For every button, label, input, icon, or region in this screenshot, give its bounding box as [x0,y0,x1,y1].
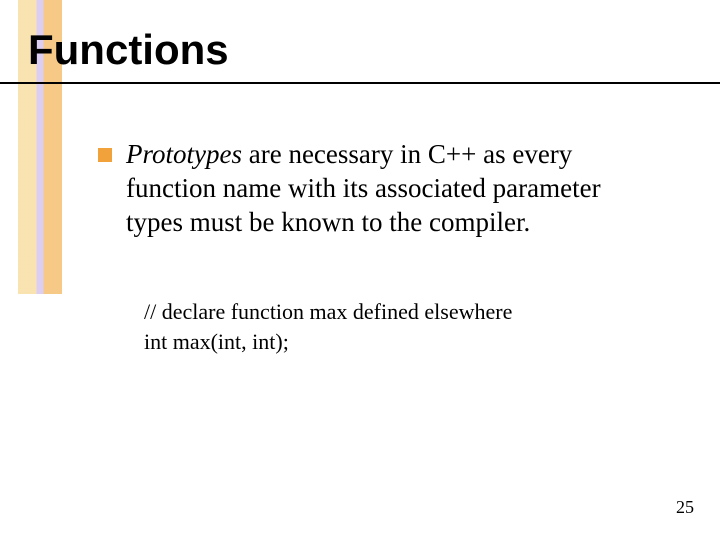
bullet-item: Prototypes are necessary in C++ as every… [98,138,658,239]
code-line-2: int max(int, int); [144,327,658,357]
page-number: 25 [676,497,694,518]
bullet-text: Prototypes are necessary in C++ as every… [126,138,658,239]
bullet-emphasis: Prototypes [126,139,242,169]
slide: Functions Prototypes are necessary in C+… [0,0,720,540]
code-block: // declare function max defined elsewher… [144,297,658,356]
slide-body: Prototypes are necessary in C++ as every… [98,138,658,357]
title-underline [0,82,720,84]
code-line-1: // declare function max defined elsewher… [144,297,658,327]
slide-title: Functions [28,26,229,74]
square-bullet-icon [98,148,112,162]
